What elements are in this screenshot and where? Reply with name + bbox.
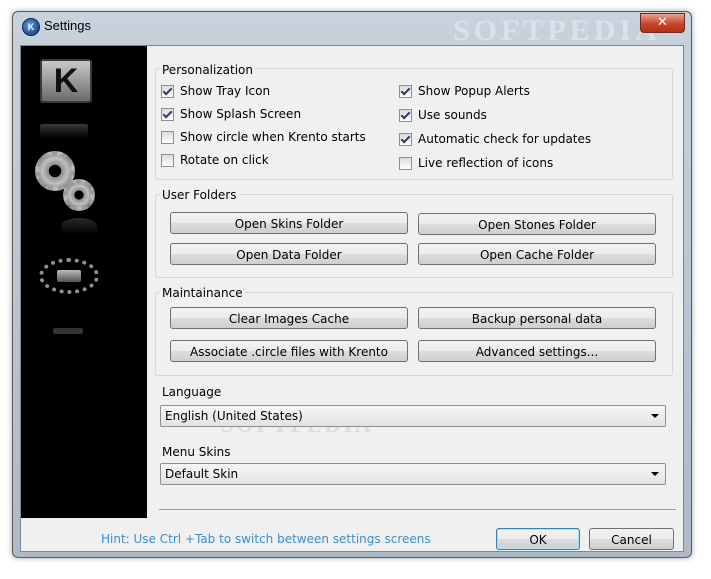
softpedia-watermark: SOFTPEDIA (453, 14, 661, 47)
footer-separator (159, 509, 676, 510)
user-folders-group (155, 194, 673, 278)
checkbox-label: Show Popup Alerts (418, 84, 530, 98)
krento-k-icon: K (53, 62, 79, 100)
sidebar-item-circle[interactable] (39, 258, 99, 298)
backup-personal-data-button[interactable]: Backup personal data (418, 307, 656, 329)
checkbox-box (161, 153, 174, 167)
open-skins-folder-button[interactable]: Open Skins Folder (170, 212, 408, 234)
maintenance-group (155, 292, 673, 376)
sidebar-item-skins[interactable]: K (40, 59, 92, 103)
show-circle-on-start-checkbox[interactable]: Show circle when Krento starts (161, 129, 366, 145)
title-bar[interactable]: K Settings SOFTPEDIA ✕ (13, 12, 691, 47)
settings-sidebar: K (21, 46, 147, 518)
checkbox-label: Live reflection of icons (418, 156, 554, 170)
use-sounds-checkbox[interactable]: Use sounds (399, 107, 487, 123)
checkbox-box (161, 84, 174, 98)
window-title: Settings (44, 18, 91, 33)
rotate-on-click-checkbox[interactable]: Rotate on click (161, 152, 269, 168)
checkbox-box (399, 108, 412, 122)
gear-small-icon (63, 179, 95, 211)
menu-skins-selected-value: Default Skin (165, 467, 239, 481)
checkbox-label: Show Tray Icon (180, 84, 271, 98)
open-data-folder-button[interactable]: Open Data Folder (170, 243, 408, 265)
checkbox-box (161, 107, 174, 121)
menu-skins-label: Menu Skins (160, 445, 233, 459)
checkbox-box (161, 130, 174, 144)
language-select[interactable]: English (United States) (160, 405, 666, 427)
language-selected-value: English (United States) (165, 409, 303, 423)
hint-text: Hint: Use Ctrl +Tab to switch between se… (101, 532, 431, 546)
user-folders-label: User Folders (160, 188, 239, 202)
checkbox-label: Rotate on click (180, 153, 269, 167)
chevron-down-icon (651, 414, 659, 418)
checkbox-label: Automatic check for updates (418, 132, 592, 146)
client-area: K Personalization Show Tray Icon Show Sp… (20, 45, 684, 552)
language-label: Language (160, 385, 224, 399)
clear-images-cache-button[interactable]: Clear Images Cache (170, 307, 408, 329)
checkbox-box (399, 156, 412, 170)
chevron-down-icon (651, 472, 659, 476)
settings-window: K Settings SOFTPEDIA ✕ K Personalization… (12, 11, 692, 558)
krento-k-reflection (40, 124, 88, 138)
checkbox-label: Use sounds (418, 108, 487, 122)
open-cache-folder-button[interactable]: Open Cache Folder (418, 243, 656, 265)
checkbox-box (399, 84, 412, 98)
open-stones-folder-button[interactable]: Open Stones Folder (418, 213, 656, 235)
automatic-updates-checkbox[interactable]: Automatic check for updates (399, 131, 591, 147)
advanced-settings-button[interactable]: Advanced settings... (418, 340, 656, 362)
maintenance-label: Maintainance (160, 286, 245, 300)
close-button[interactable]: ✕ (640, 13, 685, 33)
show-splash-screen-checkbox[interactable]: Show Splash Screen (161, 106, 301, 122)
checkbox-box (399, 132, 412, 146)
circle-reflection (53, 328, 83, 334)
ok-button[interactable]: OK (496, 528, 580, 550)
show-tray-icon-checkbox[interactable]: Show Tray Icon (161, 83, 270, 99)
checkbox-label: Show Splash Screen (180, 107, 302, 121)
show-popup-alerts-checkbox[interactable]: Show Popup Alerts (399, 83, 530, 99)
circle-center-icon (57, 270, 81, 282)
associate-circle-files-button[interactable]: Associate .circle files with Krento (170, 340, 408, 362)
close-icon: ✕ (657, 15, 668, 30)
sidebar-item-settings[interactable] (35, 151, 115, 215)
gears-reflection (61, 218, 97, 234)
live-reflection-checkbox[interactable]: Live reflection of icons (399, 155, 553, 171)
cancel-button[interactable]: Cancel (589, 528, 674, 550)
krento-app-icon: K (22, 18, 40, 36)
personalization-label: Personalization (160, 63, 255, 77)
menu-skins-select[interactable]: Default Skin (160, 463, 666, 485)
checkbox-label: Show circle when Krento starts (180, 130, 366, 144)
